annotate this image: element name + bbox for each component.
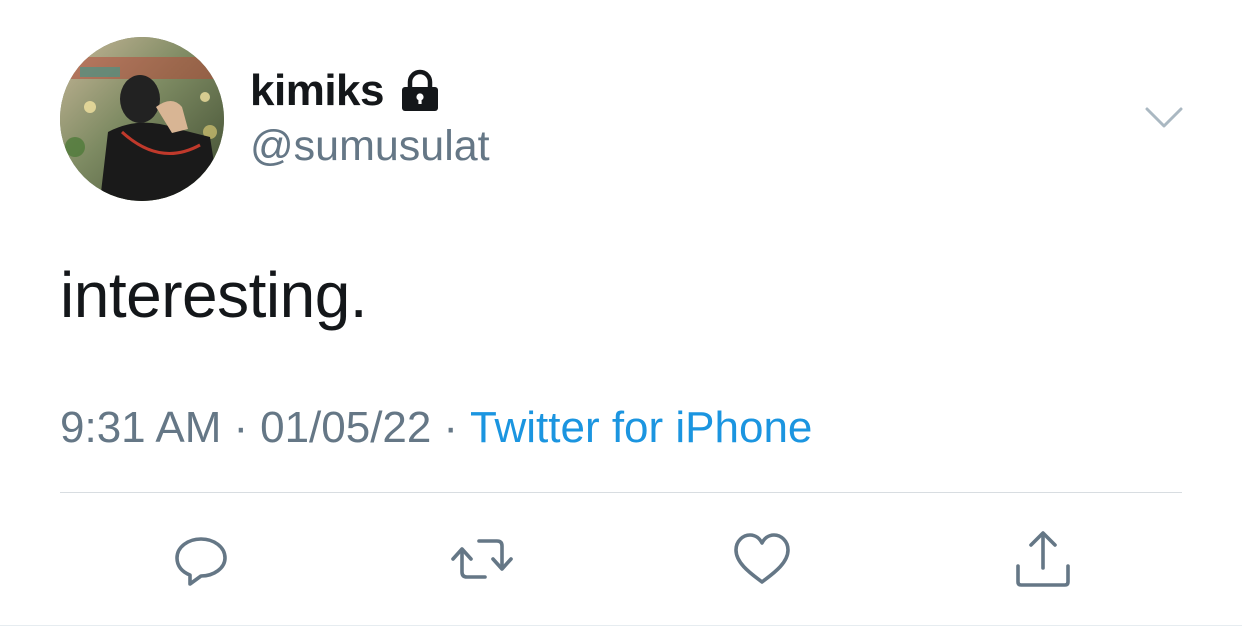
reply-icon[interactable]: [170, 528, 232, 590]
meta-separator: ·: [233, 403, 249, 452]
tweet-source-link[interactable]: Twitter for iPhone: [470, 403, 812, 452]
retweet-icon[interactable]: [451, 528, 513, 590]
tweet-text: interesting.: [60, 259, 368, 331]
user-handle[interactable]: @sumusulat: [250, 122, 490, 171]
share-icon[interactable]: [1012, 528, 1074, 590]
tweet-date: 01/05/22: [260, 403, 432, 452]
author-row: kimiks: [250, 62, 442, 120]
like-icon[interactable]: [731, 528, 793, 590]
avatar-photo: [60, 37, 224, 201]
divider: [60, 492, 1182, 493]
lock-icon: [398, 69, 442, 113]
avatar[interactable]: [60, 37, 224, 201]
tweet-detail: kimiks @sumusulat interesting. 9:31 AM · 0…: [0, 0, 1242, 626]
tweet-time: 9:31 AM: [60, 403, 222, 452]
chevron-down-icon[interactable]: [1144, 103, 1184, 133]
meta-separator: ·: [443, 403, 459, 452]
tweet-meta: 9:31 AM · 01/05/22 · Twitter for iPhone: [60, 403, 812, 453]
display-name[interactable]: kimiks: [250, 66, 384, 116]
